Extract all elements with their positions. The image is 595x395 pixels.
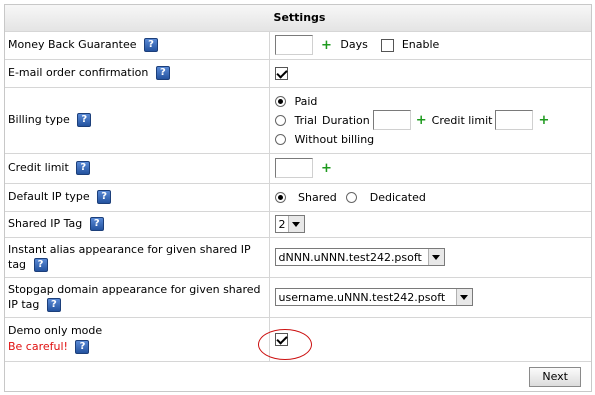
billing-without-label: Without billing [294,132,375,146]
plus-icon[interactable]: + [321,161,332,176]
help-icon[interactable]: ? [76,161,91,175]
money-back-label: Money Back Guarantee [8,38,137,51]
chevron-down-icon[interactable] [287,216,304,232]
stopgap-select[interactable]: username.uNNN.test242.psoft [274,288,473,306]
plus-icon[interactable]: + [321,38,332,53]
help-icon[interactable]: ? [77,113,92,127]
shared-ip-tag-value: 2 [278,217,286,231]
instant-alias-value: dNNN.uNNN.test242.psoft [278,250,422,264]
billing-paid-label: Paid [294,94,318,108]
chevron-down-icon[interactable] [427,249,444,265]
help-icon[interactable]: ? [33,258,48,272]
billing-trial-label: Trial [294,113,317,127]
credit-limit-label: Credit limit [8,161,69,174]
ip-shared-label: Shared [298,190,337,204]
billing-paid-radio[interactable] [274,95,286,107]
email-conf-label: E-mail order confirmation [8,66,149,79]
help-icon[interactable]: ? [89,217,104,231]
help-icon[interactable]: ? [155,66,170,80]
enable-label: Enable [401,38,440,51]
ip-dedicated-radio[interactable] [346,192,358,203]
money-back-label-cell: Money Back Guarantee ? [5,31,270,60]
instant-alias-select[interactable]: dNNN.uNNN.test242.psoft [274,248,445,266]
chevron-down-icon[interactable] [455,289,472,305]
settings-title: Settings [5,5,591,32]
ip-dedicated-label: Dedicated [369,190,426,204]
billing-type-label: Billing type [8,113,70,126]
credit-limit-trial-label: Credit limit [431,113,493,127]
shared-ip-tag-select[interactable]: 2 [274,215,305,233]
stopgap-label: Stopgap domain appearance for given shar… [8,283,261,311]
trial-credit-limit-input[interactable] [495,110,534,130]
email-conf-checkbox[interactable] [274,66,288,80]
trial-duration-input[interactable] [372,110,411,130]
ip-shared-radio[interactable] [274,192,286,203]
demo-label: Demo only mode [8,324,103,337]
ip-type-label: Default IP type [8,190,90,203]
help-icon[interactable]: ? [97,190,112,204]
plus-icon[interactable]: + [538,113,549,128]
stopgap-value: username.uNNN.test242.psoft [278,290,446,304]
duration-label: Duration [321,113,370,127]
billing-trial-radio[interactable] [274,114,286,126]
next-button[interactable]: Next [529,367,581,387]
help-icon[interactable]: ? [75,340,90,354]
help-icon[interactable]: ? [144,38,158,52]
billing-without-radio[interactable] [274,133,286,145]
highlight-circle [258,329,312,360]
money-back-days-input[interactable] [274,35,313,55]
enable-checkbox[interactable] [381,38,395,52]
plus-icon[interactable]: + [416,113,427,128]
help-icon[interactable]: ? [46,298,61,312]
shared-ip-tag-label: Shared IP Tag [8,217,83,230]
credit-limit-input[interactable] [274,158,313,178]
days-label: Days [340,38,368,51]
demo-warning: Be careful! [8,340,68,353]
